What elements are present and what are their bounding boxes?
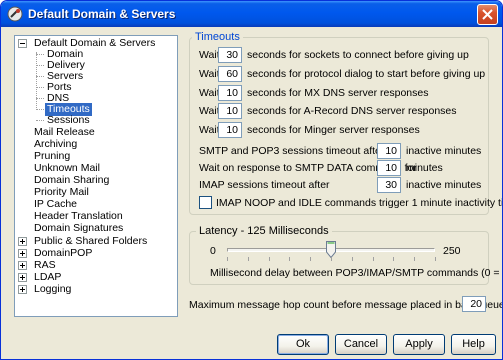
tree-expand-icon[interactable] (18, 261, 27, 270)
latency-slider-tick (289, 257, 290, 261)
tree-collapse-icon[interactable] (18, 39, 27, 48)
wait-label: Wait (199, 68, 220, 80)
latency-slider-tick (331, 257, 332, 261)
latency-slider-tick (435, 257, 436, 261)
latency-max-label: 250 (443, 245, 461, 257)
mx-dns-timeout-input[interactable]: 10 (218, 85, 242, 101)
apply-button[interactable]: Apply (393, 334, 445, 355)
smtp-pop3-timeout-unit: inactive minutes (406, 145, 482, 157)
timeouts-legend: Timeouts (192, 31, 243, 43)
socket-connect-timeout-label: seconds for sockets to connect before gi… (247, 49, 469, 61)
imap-noop-idle-label[interactable]: IMAP NOOP and IDLE commands trigger 1 mi… (216, 197, 502, 209)
app-icon (7, 6, 23, 22)
navigation-tree[interactable]: Default Domain & Servers Domain Delivery… (14, 35, 178, 317)
ok-button[interactable]: Ok (277, 334, 329, 355)
latency-slider-tick (269, 257, 270, 261)
latency-slider-tick (393, 257, 394, 261)
imap-timeout-label: IMAP sessions timeout after (199, 179, 330, 191)
tree-expand-icon[interactable] (18, 285, 27, 294)
smtp-pop3-timeout-input[interactable]: 10 (377, 143, 401, 159)
dialog-window: Default Domain & Servers Default Domain … (0, 0, 503, 360)
latency-slider-tick (352, 257, 353, 261)
latency-slider-tick (373, 257, 374, 261)
imap-noop-idle-checkbox[interactable] (199, 196, 212, 209)
tree-item-domain-signatures[interactable]: Domain Signatures (32, 222, 125, 235)
mx-dns-timeout-label: seconds for MX DNS server responses (247, 87, 429, 99)
tree-expand-icon[interactable] (18, 249, 27, 258)
tree-expand-icon[interactable] (18, 273, 27, 282)
tree-item-logging[interactable]: Logging (32, 283, 73, 296)
latency-slider-tick (310, 257, 311, 261)
imap-timeout-unit: inactive minutes (406, 179, 482, 191)
latency-slider-tick (248, 257, 249, 261)
smtp-data-timeout-unit: minutes (406, 162, 443, 174)
title-bar[interactable]: Default Domain & Servers (1, 1, 502, 27)
wait-label: Wait (199, 124, 220, 136)
a-record-dns-timeout-label: seconds for A-Record DNS server response… (247, 105, 457, 117)
latency-min-label: 0 (210, 245, 216, 257)
protocol-dialog-timeout-label: seconds for protocol dialog to start bef… (247, 68, 486, 80)
imap-timeout-input[interactable]: 30 (377, 177, 401, 193)
latency-slider-tick (227, 257, 228, 261)
a-record-dns-timeout-input[interactable]: 10 (218, 103, 242, 119)
hop-count-label: Maximum message hop count before message… (189, 299, 503, 311)
close-icon (482, 9, 493, 20)
latency-slider-thumb[interactable] (326, 241, 336, 258)
latency-slider-tick (414, 257, 415, 261)
wait-label: Wait (199, 105, 220, 117)
minger-timeout-input[interactable]: 10 (218, 122, 242, 138)
wait-label: Wait (199, 49, 220, 61)
protocol-dialog-timeout-input[interactable]: 60 (218, 66, 242, 82)
minger-timeout-label: seconds for Minger server responses (247, 124, 420, 136)
wait-label: Wait (199, 87, 220, 99)
window-title: Default Domain & Servers (28, 7, 176, 21)
smtp-pop3-timeout-label: SMTP and POP3 sessions timeout after (199, 145, 385, 157)
help-button[interactable]: Help (451, 334, 496, 355)
hop-count-input[interactable]: 20 (462, 296, 486, 312)
smtp-data-timeout-input[interactable]: 10 (377, 160, 401, 176)
close-button[interactable] (477, 4, 498, 25)
latency-caption: Millisecond delay between POP3/IMAP/SMTP… (210, 267, 502, 279)
latency-legend: Latency - 125 Milliseconds (196, 225, 332, 237)
tree-expand-icon[interactable] (18, 237, 27, 246)
socket-connect-timeout-input[interactable]: 30 (218, 47, 242, 63)
cancel-button[interactable]: Cancel (335, 334, 387, 355)
